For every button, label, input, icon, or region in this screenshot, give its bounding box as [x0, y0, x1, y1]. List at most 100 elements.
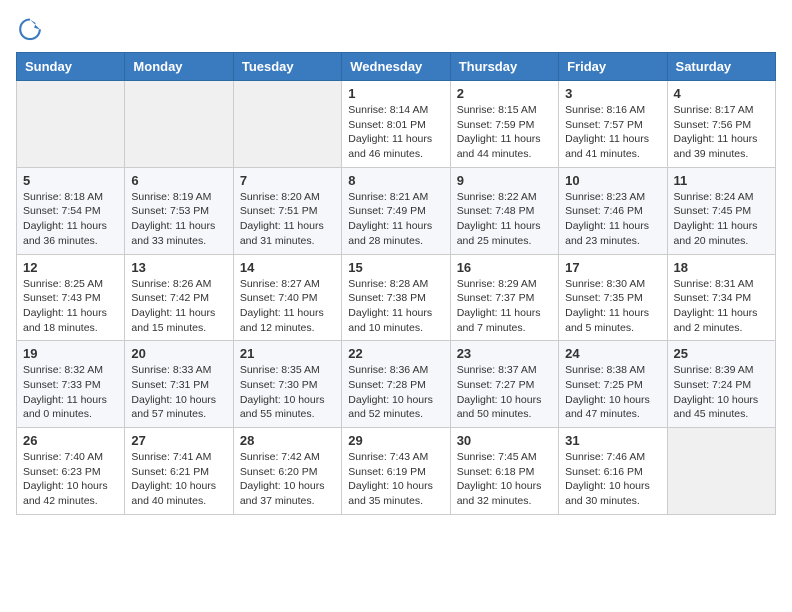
calendar-cell: 19 Sunrise: 8:32 AM Sunset: 7:33 PM Dayli… [17, 341, 125, 428]
day-info: Sunrise: 8:35 AM Sunset: 7:30 PM Dayligh… [240, 363, 335, 422]
day-number: 2 [457, 86, 552, 101]
logo [16, 16, 48, 44]
weekday-header-saturday: Saturday [667, 53, 775, 81]
day-info: Sunrise: 7:42 AM Sunset: 6:20 PM Dayligh… [240, 450, 335, 509]
calendar-cell: 10 Sunrise: 8:23 AM Sunset: 7:46 PM Dayli… [559, 167, 667, 254]
calendar-week-row: 26Sunrise: 7:40 AM Sunset: 6:23 PM Dayli… [17, 428, 776, 515]
calendar-cell: 15 Sunrise: 8:28 AM Sunset: 7:38 PM Dayli… [342, 254, 450, 341]
day-info: Sunrise: 8:15 AM Sunset: 7:59 PM Dayligh… [457, 103, 552, 162]
day-number: 27 [131, 433, 226, 448]
day-number: 31 [565, 433, 660, 448]
calendar-cell: 30 Sunrise: 7:45 AM Sunset: 6:18 PM Dayli… [450, 428, 558, 515]
day-number: 28 [240, 433, 335, 448]
calendar-cell: 11 Sunrise: 8:24 AM Sunset: 7:45 PM Dayli… [667, 167, 775, 254]
day-info: Sunrise: 8:26 AM Sunset: 7:42 PM Dayligh… [131, 277, 226, 336]
day-info: Sunrise: 8:22 AM Sunset: 7:48 PM Dayligh… [457, 190, 552, 249]
day-info: Sunrise: 8:27 AM Sunset: 7:40 PM Dayligh… [240, 277, 335, 336]
calendar-cell: 4 Sunrise: 8:17 AM Sunset: 7:56 PM Daylig… [667, 81, 775, 168]
day-info: Sunrise: 8:32 AM Sunset: 7:33 PM Dayligh… [23, 363, 118, 422]
calendar-cell: 22Sunrise: 8:36 AM Sunset: 7:28 PM Dayli… [342, 341, 450, 428]
calendar-cell: 5 Sunrise: 8:18 AM Sunset: 7:54 PM Daylig… [17, 167, 125, 254]
day-number: 8 [348, 173, 443, 188]
day-info: Sunrise: 8:29 AM Sunset: 7:37 PM Dayligh… [457, 277, 552, 336]
calendar-week-row: 19 Sunrise: 8:32 AM Sunset: 7:33 PM Dayli… [17, 341, 776, 428]
page-header [16, 16, 776, 44]
day-number: 12 [23, 260, 118, 275]
day-number: 18 [674, 260, 769, 275]
day-info: Sunrise: 7:45 AM Sunset: 6:18 PM Dayligh… [457, 450, 552, 509]
weekday-header-monday: Monday [125, 53, 233, 81]
day-info: Sunrise: 7:41 AM Sunset: 6:21 PM Dayligh… [131, 450, 226, 509]
calendar-cell [667, 428, 775, 515]
day-info: Sunrise: 8:33 AM Sunset: 7:31 PM Dayligh… [131, 363, 226, 422]
day-number: 19 [23, 346, 118, 361]
calendar-week-row: 1Sunrise: 8:14 AM Sunset: 8:01 PM Daylig… [17, 81, 776, 168]
calendar-cell: 13 Sunrise: 8:26 AM Sunset: 7:42 PM Dayli… [125, 254, 233, 341]
day-info: Sunrise: 8:31 AM Sunset: 7:34 PM Dayligh… [674, 277, 769, 336]
day-info: Sunrise: 8:23 AM Sunset: 7:46 PM Dayligh… [565, 190, 660, 249]
day-info: Sunrise: 8:18 AM Sunset: 7:54 PM Dayligh… [23, 190, 118, 249]
calendar-cell: 9Sunrise: 8:22 AM Sunset: 7:48 PM Daylig… [450, 167, 558, 254]
day-number: 24 [565, 346, 660, 361]
day-info: Sunrise: 8:25 AM Sunset: 7:43 PM Dayligh… [23, 277, 118, 336]
day-info: Sunrise: 8:20 AM Sunset: 7:51 PM Dayligh… [240, 190, 335, 249]
calendar-cell [233, 81, 341, 168]
day-number: 29 [348, 433, 443, 448]
calendar-cell: 26Sunrise: 7:40 AM Sunset: 6:23 PM Dayli… [17, 428, 125, 515]
day-number: 23 [457, 346, 552, 361]
calendar-cell: 23 Sunrise: 8:37 AM Sunset: 7:27 PM Dayli… [450, 341, 558, 428]
day-info: Sunrise: 7:46 AM Sunset: 6:16 PM Dayligh… [565, 450, 660, 509]
calendar-cell: 31 Sunrise: 7:46 AM Sunset: 6:16 PM Dayli… [559, 428, 667, 515]
calendar-cell: 18 Sunrise: 8:31 AM Sunset: 7:34 PM Dayli… [667, 254, 775, 341]
calendar-week-row: 12 Sunrise: 8:25 AM Sunset: 7:43 PM Dayli… [17, 254, 776, 341]
day-info: Sunrise: 8:16 AM Sunset: 7:57 PM Dayligh… [565, 103, 660, 162]
weekday-header-tuesday: Tuesday [233, 53, 341, 81]
calendar-cell: 6Sunrise: 8:19 AM Sunset: 7:53 PM Daylig… [125, 167, 233, 254]
day-number: 3 [565, 86, 660, 101]
calendar-table: SundayMondayTuesdayWednesdayThursdayFrid… [16, 52, 776, 515]
calendar-cell: 25Sunrise: 8:39 AM Sunset: 7:24 PM Dayli… [667, 341, 775, 428]
day-number: 14 [240, 260, 335, 275]
calendar-cell: 1Sunrise: 8:14 AM Sunset: 8:01 PM Daylig… [342, 81, 450, 168]
calendar-cell: 12 Sunrise: 8:25 AM Sunset: 7:43 PM Dayli… [17, 254, 125, 341]
day-info: Sunrise: 8:19 AM Sunset: 7:53 PM Dayligh… [131, 190, 226, 249]
calendar-cell: 16 Sunrise: 8:29 AM Sunset: 7:37 PM Dayli… [450, 254, 558, 341]
weekday-header-thursday: Thursday [450, 53, 558, 81]
calendar-cell: 21 Sunrise: 8:35 AM Sunset: 7:30 PM Dayli… [233, 341, 341, 428]
day-number: 26 [23, 433, 118, 448]
day-number: 15 [348, 260, 443, 275]
logo-icon [16, 16, 44, 44]
day-number: 17 [565, 260, 660, 275]
day-info: Sunrise: 8:17 AM Sunset: 7:56 PM Dayligh… [674, 103, 769, 162]
calendar-cell: 8Sunrise: 8:21 AM Sunset: 7:49 PM Daylig… [342, 167, 450, 254]
calendar-cell: 24 Sunrise: 8:38 AM Sunset: 7:25 PM Dayli… [559, 341, 667, 428]
day-number: 10 [565, 173, 660, 188]
day-info: Sunrise: 8:24 AM Sunset: 7:45 PM Dayligh… [674, 190, 769, 249]
calendar-cell [17, 81, 125, 168]
day-number: 5 [23, 173, 118, 188]
day-number: 1 [348, 86, 443, 101]
day-info: Sunrise: 7:43 AM Sunset: 6:19 PM Dayligh… [348, 450, 443, 509]
day-info: Sunrise: 8:37 AM Sunset: 7:27 PM Dayligh… [457, 363, 552, 422]
day-number: 4 [674, 86, 769, 101]
day-info: Sunrise: 8:28 AM Sunset: 7:38 PM Dayligh… [348, 277, 443, 336]
calendar-header-row: SundayMondayTuesdayWednesdayThursdayFrid… [17, 53, 776, 81]
day-info: Sunrise: 8:38 AM Sunset: 7:25 PM Dayligh… [565, 363, 660, 422]
calendar-cell: 28 Sunrise: 7:42 AM Sunset: 6:20 PM Dayli… [233, 428, 341, 515]
day-number: 30 [457, 433, 552, 448]
calendar-cell: 17Sunrise: 8:30 AM Sunset: 7:35 PM Dayli… [559, 254, 667, 341]
day-number: 13 [131, 260, 226, 275]
day-number: 16 [457, 260, 552, 275]
calendar-cell: 20Sunrise: 8:33 AM Sunset: 7:31 PM Dayli… [125, 341, 233, 428]
calendar-cell [125, 81, 233, 168]
day-info: Sunrise: 8:36 AM Sunset: 7:28 PM Dayligh… [348, 363, 443, 422]
day-number: 11 [674, 173, 769, 188]
day-number: 21 [240, 346, 335, 361]
weekday-header-sunday: Sunday [17, 53, 125, 81]
day-number: 7 [240, 173, 335, 188]
day-number: 25 [674, 346, 769, 361]
weekday-header-wednesday: Wednesday [342, 53, 450, 81]
calendar-week-row: 5 Sunrise: 8:18 AM Sunset: 7:54 PM Daylig… [17, 167, 776, 254]
calendar-cell: 7 Sunrise: 8:20 AM Sunset: 7:51 PM Daylig… [233, 167, 341, 254]
calendar-cell: 27 Sunrise: 7:41 AM Sunset: 6:21 PM Dayli… [125, 428, 233, 515]
